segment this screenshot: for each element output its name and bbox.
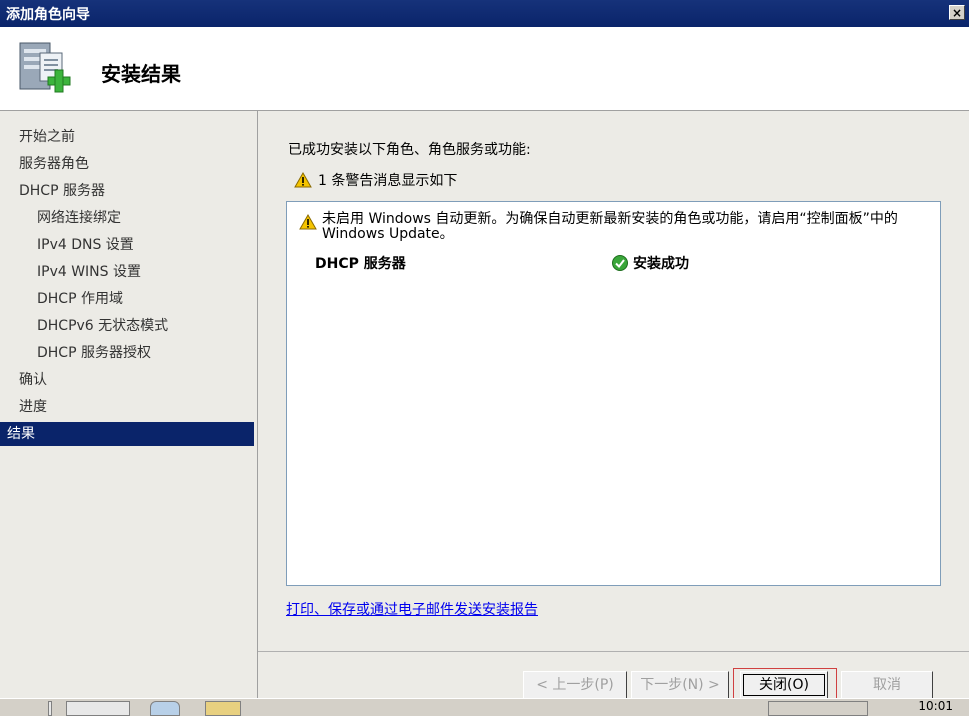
warning-icon	[299, 214, 317, 230]
taskbar-app-button[interactable]	[66, 701, 130, 716]
warning-summary: 1 条警告消息显示如下	[294, 170, 457, 190]
window-close-button[interactable]: ×	[949, 5, 965, 20]
step-dhcp-scopes[interactable]: DHCP 作用域	[0, 287, 254, 311]
warning-summary-text: 1 条警告消息显示如下	[318, 173, 458, 189]
next-button[interactable]: 下一步(N) >	[631, 671, 729, 699]
wizard-steps-sidebar: 开始之前 服务器角色 DHCP 服务器 网络连接绑定 IPv4 DNS 设置 I…	[0, 111, 258, 698]
success-check-icon	[612, 255, 628, 271]
step-results[interactable]: 结果	[0, 422, 254, 446]
step-dhcpv6-stateless[interactable]: DHCPv6 无状态模式	[0, 314, 254, 338]
warning-message-text: 未启用 Windows 自动更新。为确保自动更新最新安装的角色或功能，请启用“控…	[322, 211, 898, 242]
results-list[interactable]: 未启用 Windows 自动更新。为确保自动更新最新安装的角色或功能，请启用“控…	[286, 201, 941, 586]
taskbar: 10:01	[0, 698, 969, 716]
taskbar-tray	[768, 701, 868, 716]
taskbar-clock: 10:01	[918, 699, 953, 713]
wizard-header: 安装结果	[0, 27, 969, 111]
step-progress[interactable]: 进度	[0, 395, 254, 419]
step-ipv4-dns[interactable]: IPv4 DNS 设置	[0, 233, 254, 257]
step-dhcp-server[interactable]: DHCP 服务器	[0, 179, 254, 203]
step-network-binding[interactable]: 网络连接绑定	[0, 206, 254, 230]
intro-text: 已成功安装以下角色、角色服务或功能:	[288, 142, 531, 158]
result-role-name: DHCP 服务器	[315, 256, 406, 272]
results-panel: 已成功安装以下角色、角色服务或功能: 1 条警告消息显示如下 未启用 Windo…	[258, 111, 969, 651]
previous-button[interactable]: < 上一步(P)	[523, 671, 627, 699]
taskbar-folder-icon[interactable]	[205, 701, 241, 716]
cancel-button[interactable]: 取消	[841, 671, 933, 699]
page-heading: 安装结果	[101, 62, 181, 86]
warning-icon	[294, 172, 312, 188]
report-link[interactable]: 打印、保存或通过电子邮件发送安装报告	[286, 599, 538, 619]
taskbar-app-icon[interactable]	[150, 701, 180, 716]
step-ipv4-wins[interactable]: IPv4 WINS 设置	[0, 260, 254, 284]
step-dhcp-authorization[interactable]: DHCP 服务器授权	[0, 341, 254, 365]
window-titlebar: 添加角色向导 ×	[0, 0, 969, 27]
wizard-footer: < 上一步(P) 下一步(N) > 关闭(O) 取消	[258, 651, 969, 699]
result-status-text: 安装成功	[633, 256, 689, 272]
server-add-role-icon	[19, 42, 71, 93]
warning-message-row: 未启用 Windows 自动更新。为确保自动更新最新安装的角色或功能，请启用“控…	[299, 212, 939, 242]
close-button[interactable]: 关闭(O)	[740, 671, 828, 699]
result-status: 安装成功	[612, 253, 689, 273]
step-confirmation[interactable]: 确认	[0, 368, 254, 392]
step-before-you-begin[interactable]: 开始之前	[0, 125, 254, 149]
window-title: 添加角色向导	[6, 7, 90, 23]
taskbar-separator	[48, 701, 52, 716]
step-server-roles[interactable]: 服务器角色	[0, 152, 254, 176]
